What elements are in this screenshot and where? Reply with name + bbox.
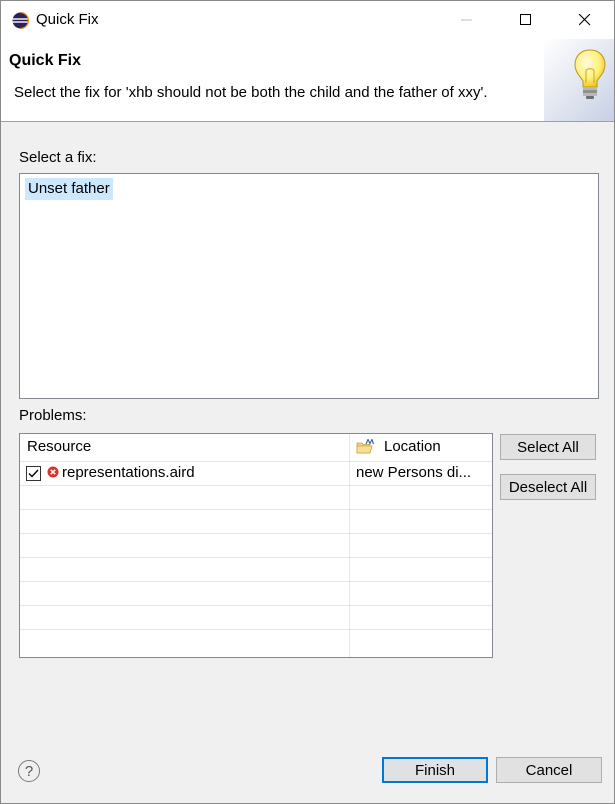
error-icon (47, 466, 59, 478)
problem-resource: representations.aird (62, 464, 195, 481)
problems-table[interactable]: Resource Location representations.aird n… (19, 433, 493, 658)
problem-location: new Persons di... (356, 464, 472, 481)
row-divider (20, 533, 492, 534)
maximize-button[interactable] (497, 1, 555, 39)
minimize-button[interactable] (438, 1, 496, 39)
close-button[interactable] (556, 1, 614, 39)
header-divider (20, 461, 492, 462)
column-header-location[interactable]: Location (356, 434, 492, 460)
row-divider (20, 557, 492, 558)
eclipse-app-icon (12, 12, 29, 29)
finish-button[interactable]: Finish (382, 757, 488, 783)
window-title: Quick Fix (36, 11, 99, 28)
column-header-resource[interactable]: Resource (27, 434, 91, 460)
header-description: Select the fix for 'xhb should not be bo… (14, 84, 488, 101)
row-divider (20, 605, 492, 606)
help-icon[interactable]: ? (18, 760, 40, 782)
maximize-icon (520, 14, 531, 25)
row-divider (20, 485, 492, 486)
fix-item[interactable]: Unset father (25, 178, 113, 200)
title-bar: Quick Fix (1, 1, 614, 39)
dialog-header: Quick Fix Select the fix for 'xhb should… (1, 39, 614, 122)
row-divider (20, 509, 492, 510)
header-banner (544, 39, 614, 121)
problem-checkbox[interactable] (26, 466, 41, 481)
minimize-icon (461, 19, 472, 21)
column-header-location-label: Location (384, 438, 441, 455)
fix-list[interactable]: Unset father (19, 173, 599, 399)
select-fix-label: Select a fix: (19, 149, 97, 166)
close-icon (579, 14, 591, 26)
column-divider (349, 434, 350, 657)
checkmark-icon (28, 469, 39, 478)
lightbulb-icon (574, 49, 606, 99)
header-title: Quick Fix (9, 52, 82, 69)
row-divider (20, 581, 492, 582)
quick-fix-dialog: Quick Fix Quick Fix Select the fix for '… (0, 0, 615, 804)
deselect-all-button[interactable]: Deselect All (500, 474, 596, 500)
select-all-button[interactable]: Select All (500, 434, 596, 460)
location-icon (356, 439, 374, 454)
row-divider (20, 629, 492, 630)
problems-label: Problems: (19, 407, 87, 424)
cancel-button[interactable]: Cancel (496, 757, 602, 783)
